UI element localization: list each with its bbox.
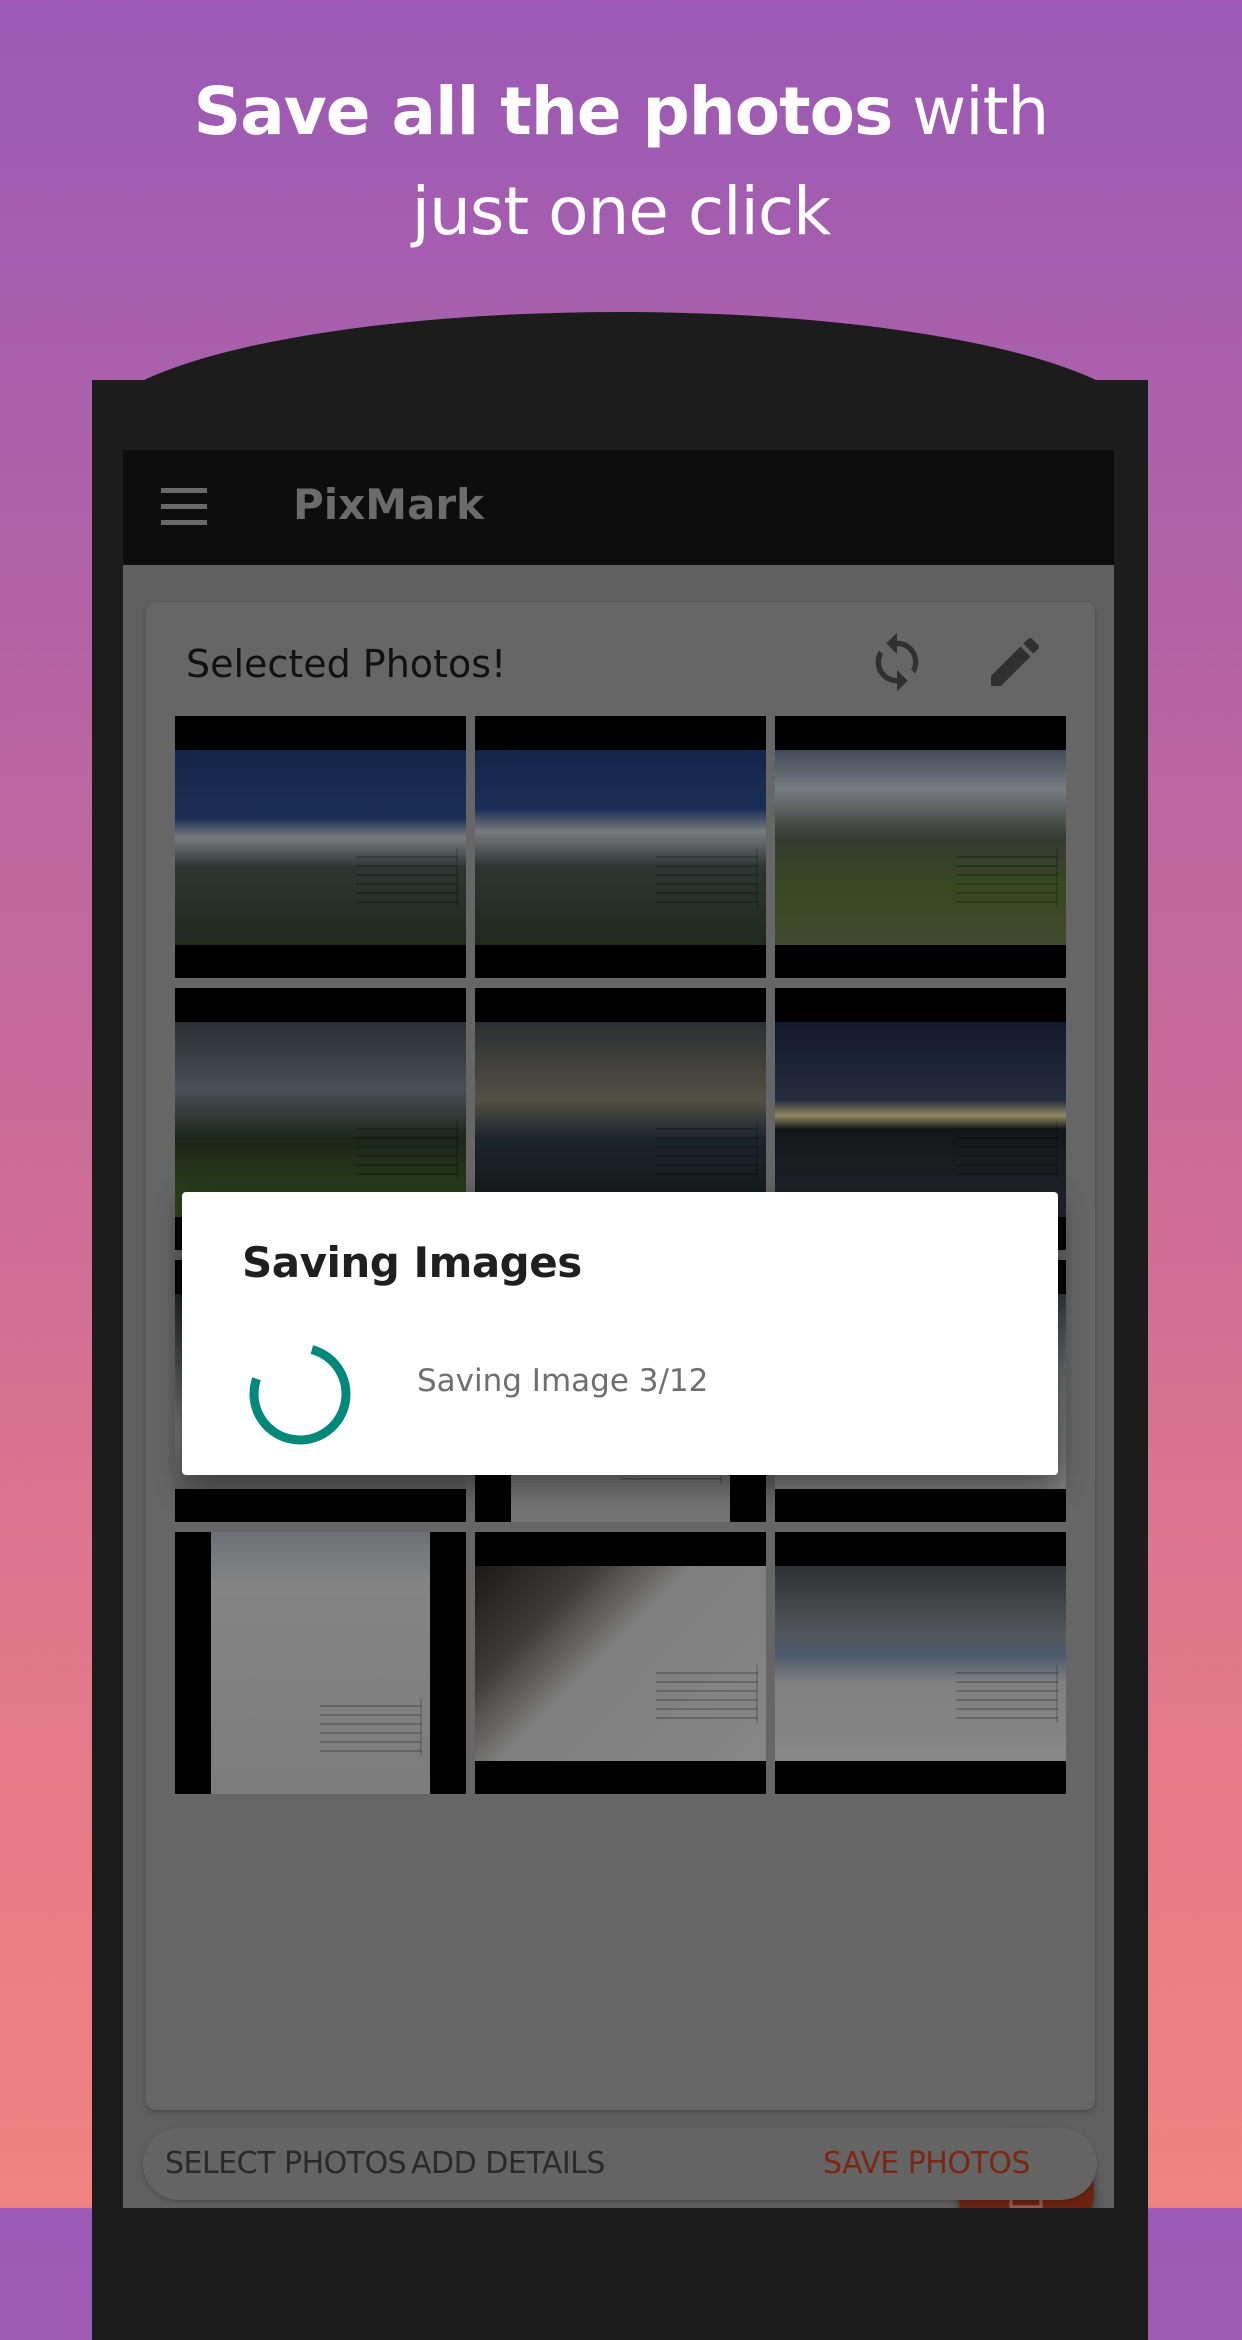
nav-add-details[interactable]: ADD DETAILS — [411, 2146, 605, 2181]
photo-thumbnail[interactable] — [775, 716, 1066, 978]
promo-headline: Save all the photos with just one click — [0, 62, 1242, 262]
sync-icon[interactable] — [865, 630, 929, 694]
promo-headline-bold: Save all the photos — [193, 73, 894, 150]
saving-images-dialog: Saving Images Saving Image 3/12 — [182, 1192, 1058, 1475]
pencil-icon[interactable] — [983, 630, 1047, 694]
dialog-title: Saving Images — [242, 1238, 582, 1287]
app-title: PixMark — [293, 480, 485, 529]
photo-thumbnail[interactable] — [475, 716, 766, 978]
nav-select-photos[interactable]: SELECT PHOTOS — [165, 2146, 407, 2181]
photo-dim-overlay — [175, 1532, 466, 1794]
dialog-progress-message: Saving Image 3/12 — [417, 1363, 709, 1399]
progress-spinner-icon — [249, 1343, 351, 1445]
promo-headline-light: with — [892, 73, 1049, 150]
photo-dim-overlay — [475, 716, 766, 978]
photo-dim-overlay — [775, 1532, 1066, 1794]
bottom-navigation: SELECT PHOTOS ADD DETAILS SAVE PHOTOS — [143, 2128, 1097, 2200]
promo-headline-line2: just one click — [411, 173, 832, 250]
card-title: Selected Photos! — [186, 642, 507, 686]
hamburger-menu-icon[interactable] — [161, 488, 207, 526]
photo-thumbnail[interactable] — [175, 1532, 466, 1794]
photo-thumbnail[interactable] — [775, 1532, 1066, 1794]
photo-dim-overlay — [175, 716, 466, 978]
photo-dim-overlay — [775, 716, 1066, 978]
photo-thumbnail[interactable] — [175, 716, 466, 978]
app-toolbar: PixMark — [123, 450, 1114, 565]
photo-dim-overlay — [475, 1532, 766, 1794]
nav-save-photos[interactable]: SAVE PHOTOS — [823, 2146, 1030, 2181]
photo-thumbnail[interactable] — [475, 1532, 766, 1794]
